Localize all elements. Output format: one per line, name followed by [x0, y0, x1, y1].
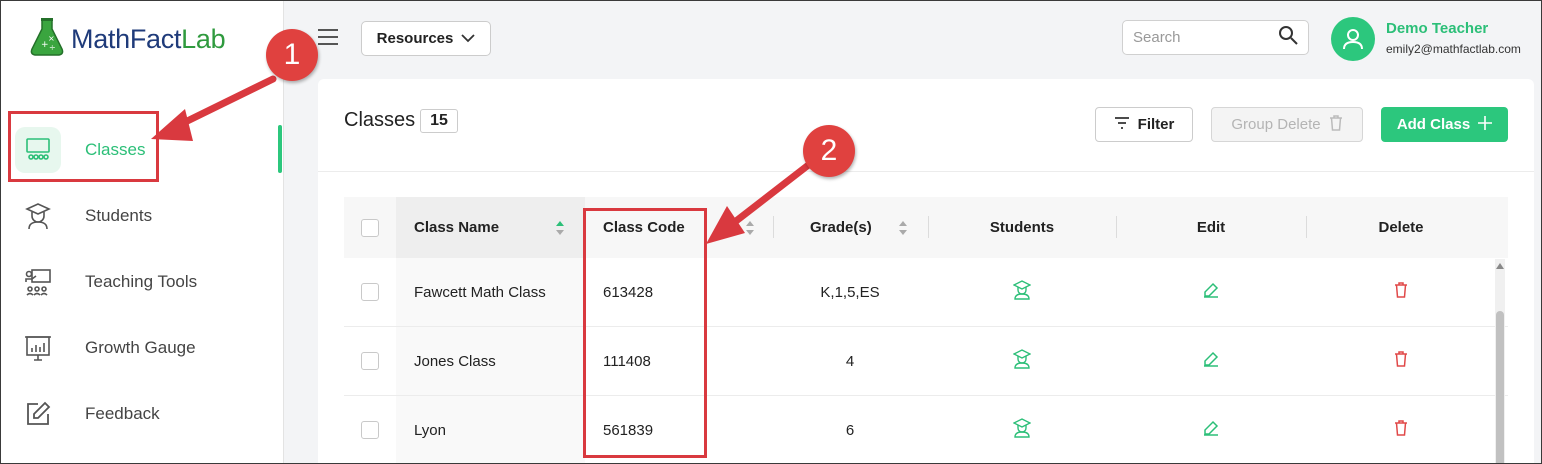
annotation-step-1: 1 [266, 29, 318, 81]
annotation-step-2: 2 [803, 125, 855, 177]
app-window: + × ÷ MathFactLab Classes Students Teach… [0, 0, 1542, 464]
annotation-arrows [151, 75, 815, 244]
